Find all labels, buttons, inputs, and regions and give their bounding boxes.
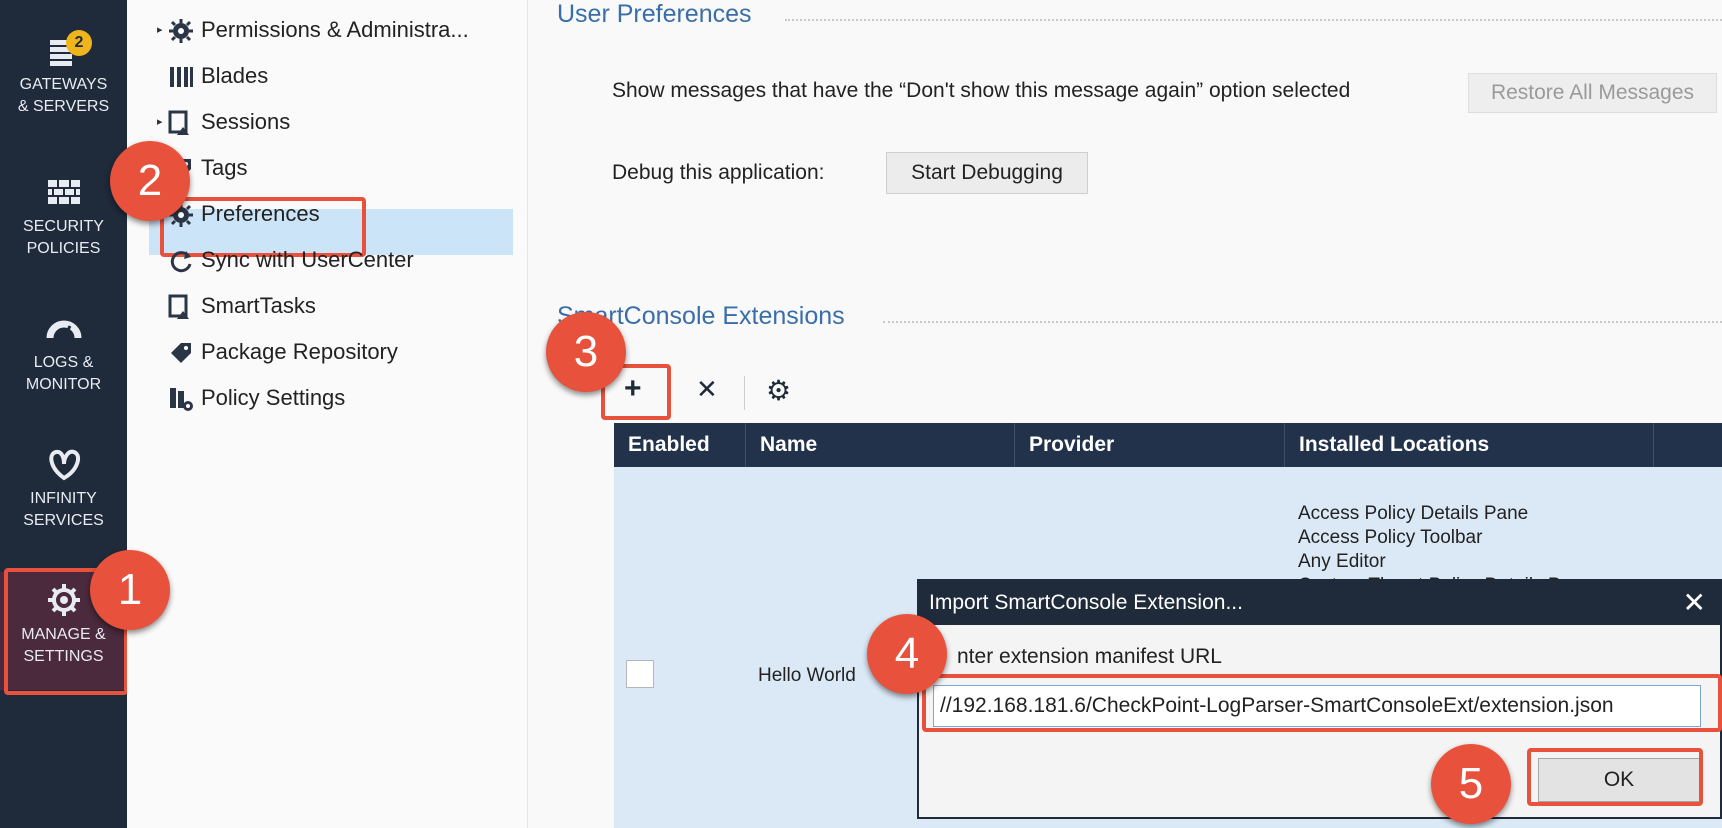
close-icon[interactable]: ✕ bbox=[1683, 581, 1706, 625]
tree-item-permissions[interactable]: ▸ Permissions & Administra... bbox=[157, 7, 469, 53]
toolbar-separator bbox=[744, 376, 745, 410]
tree-item-blades[interactable]: Blades bbox=[167, 53, 268, 99]
nav-label: SECURITY bbox=[23, 218, 104, 235]
tree-item-sync-usercenter[interactable]: Sync with UserCenter bbox=[167, 237, 414, 283]
policy-settings-icon bbox=[170, 388, 193, 412]
highlight-box-ok bbox=[1527, 748, 1703, 806]
nav-infinity-services[interactable]: INFINITY SERVICES bbox=[0, 444, 127, 532]
annotation-step-5: 5 bbox=[1431, 744, 1511, 824]
tree-item-label: Sessions bbox=[201, 109, 291, 134]
user-preferences-title: User Preferences bbox=[557, 0, 752, 28]
column-header-provider[interactable]: Provider bbox=[1015, 423, 1285, 467]
smarttasks-icon bbox=[168, 294, 189, 320]
tree-item-label: Permissions & Administra... bbox=[201, 17, 469, 42]
sync-icon bbox=[170, 251, 192, 273]
tree-item-label: Tags bbox=[201, 155, 248, 180]
tree-item-smarttasks[interactable]: SmartTasks bbox=[167, 283, 316, 329]
nav-label: INFINITY bbox=[30, 490, 97, 507]
left-navigation: 2 GATEWAYS & SERVERS SECURITY POLICIES L… bbox=[0, 0, 127, 828]
column-header-enabled[interactable]: Enabled bbox=[614, 423, 746, 467]
section-divider bbox=[883, 321, 1722, 323]
tag-icon bbox=[171, 343, 191, 364]
extension-settings-gear-icon[interactable]: ⚙ bbox=[766, 374, 791, 407]
gauge-icon bbox=[46, 320, 81, 339]
blades-icon bbox=[170, 67, 193, 88]
nav-label: LOGS & bbox=[33, 354, 94, 371]
nav-label: SERVICES bbox=[23, 512, 104, 529]
nav-label: & SERVERS bbox=[17, 98, 110, 115]
annotation-step-3: 3 bbox=[546, 312, 626, 392]
nav-label: GATEWAYS bbox=[19, 76, 108, 93]
annotation-step-1: 1 bbox=[90, 550, 170, 630]
annotation-step-4: 4 bbox=[867, 614, 947, 694]
column-header-installed-locations[interactable]: Installed Locations bbox=[1285, 423, 1654, 467]
nav-label: POLICIES bbox=[26, 240, 101, 257]
column-header-name[interactable]: Name bbox=[746, 423, 1015, 467]
sessions-icon bbox=[168, 110, 189, 136]
extension-name-cell: Hello World bbox=[758, 665, 856, 686]
remove-extension-button[interactable]: ✕ bbox=[696, 374, 718, 405]
nav-security-policies[interactable]: SECURITY POLICIES bbox=[0, 172, 127, 260]
location-item: Any Editor bbox=[1298, 551, 1386, 572]
dialog-title: Import SmartConsole Extension... bbox=[919, 581, 1720, 625]
highlight-box-url bbox=[922, 674, 1722, 732]
nav-logs-monitor[interactable]: LOGS & MONITOR bbox=[0, 308, 127, 396]
debug-label: Debug this application: bbox=[612, 161, 825, 184]
expand-arrow-icon[interactable]: ▸ bbox=[157, 7, 163, 53]
location-item: Access Policy Details Pane bbox=[1298, 503, 1529, 524]
expand-arrow-icon[interactable]: ▸ bbox=[157, 99, 163, 145]
tree-item-label: Policy Settings bbox=[201, 385, 346, 410]
notification-badge: 2 bbox=[66, 30, 92, 56]
firewall-icon bbox=[47, 180, 80, 204]
table-header: Enabled Name Provider Installed Location… bbox=[614, 423, 1722, 467]
tree-item-policy-settings[interactable]: Policy Settings bbox=[167, 375, 345, 421]
manifest-url-prompt: nter extension manifest URL bbox=[957, 645, 1222, 668]
restore-all-messages-button[interactable]: Restore All Messages bbox=[1468, 73, 1717, 113]
tree-item-label: Sync with UserCenter bbox=[201, 247, 414, 272]
infinity-icon bbox=[48, 449, 80, 481]
enabled-checkbox[interactable] bbox=[626, 660, 654, 688]
tree-item-label: SmartTasks bbox=[201, 293, 316, 318]
tree-item-package-repository[interactable]: Package Repository bbox=[167, 329, 398, 375]
tree-item-label: Blades bbox=[201, 63, 269, 88]
show-messages-label: Show messages that have the “Don't show … bbox=[612, 79, 1351, 102]
gear-icon bbox=[169, 19, 193, 44]
tree-item-sessions[interactable]: ▸ Sessions bbox=[157, 99, 291, 145]
tree-item-label: Package Repository bbox=[201, 339, 398, 364]
location-item: Access Policy Toolbar bbox=[1298, 527, 1483, 548]
nav-label: MONITOR bbox=[25, 376, 102, 393]
section-divider bbox=[785, 19, 1722, 21]
start-debugging-button[interactable]: Start Debugging bbox=[886, 152, 1088, 194]
nav-gateways-servers[interactable]: 2 GATEWAYS & SERVERS bbox=[0, 30, 127, 118]
annotation-step-2: 2 bbox=[110, 141, 190, 221]
